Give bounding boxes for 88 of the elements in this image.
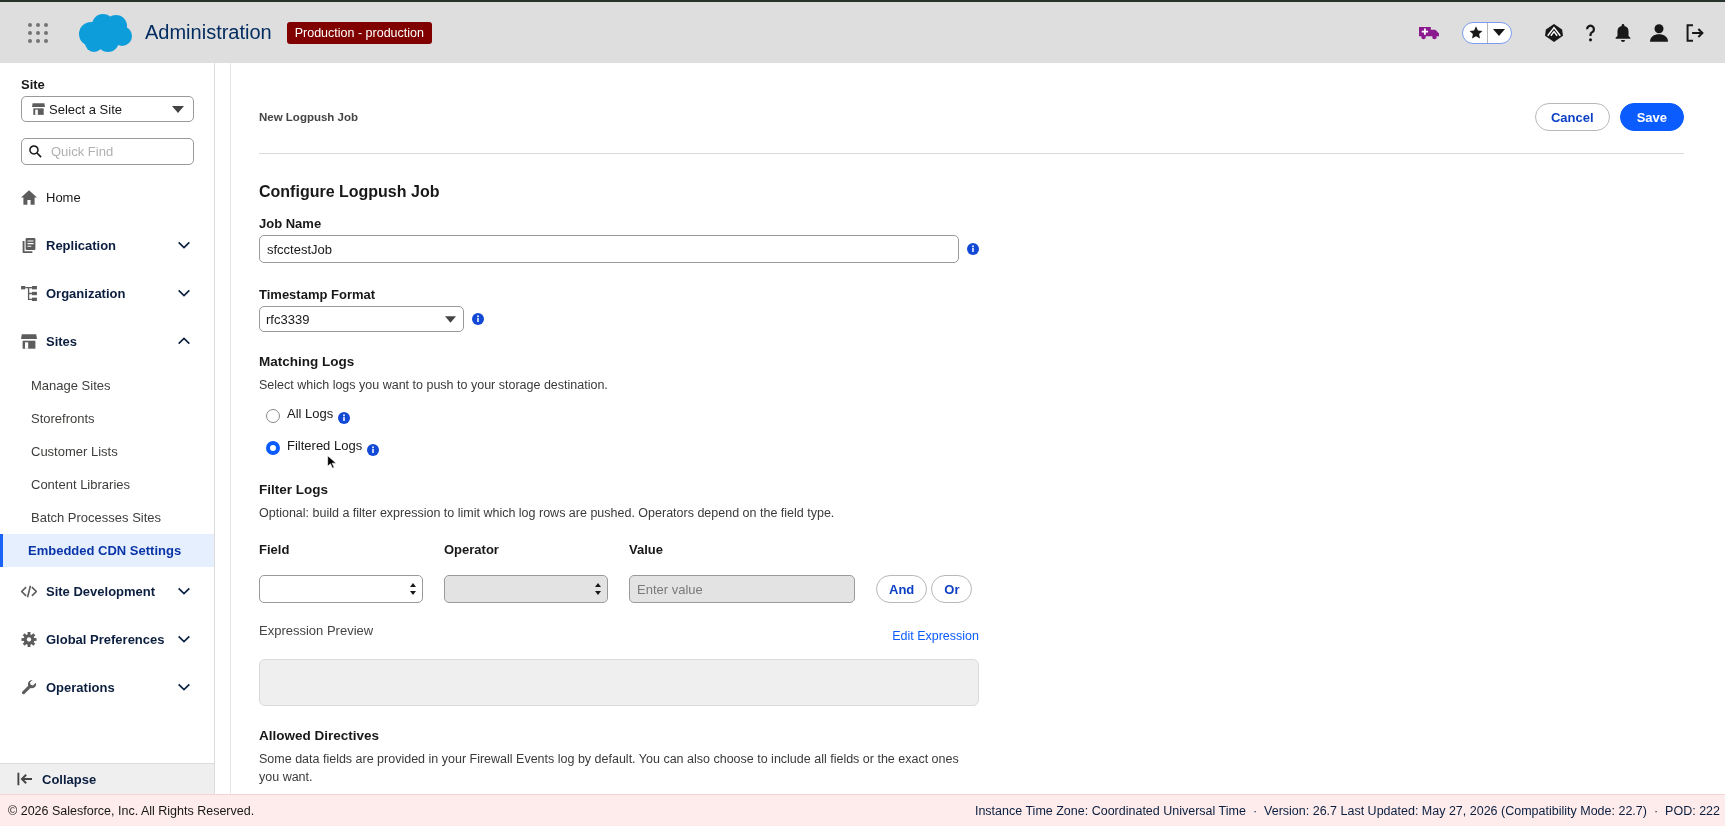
chevron-down-icon[interactable] [178,635,190,643]
collapse-icon [17,772,33,786]
footer-info-text: POD: 222 [1665,803,1720,818]
sidebar-item[interactable]: Organization [0,269,214,317]
field-label: Job Name [259,216,323,232]
mountain-badge-icon[interactable] [1545,23,1563,42]
sidebar-item[interactable]: Home [0,173,214,221]
chevron-up-icon[interactable] [178,337,190,345]
caret-icon [1493,29,1505,36]
column-label: Operator [444,542,500,558]
chevron-down-icon[interactable] [178,683,190,691]
app-title: Administration [145,21,272,44]
page-title: New Logpush Job [259,111,359,123]
collapse-button[interactable]: Collapse [0,763,214,794]
favorites-button[interactable] [1462,21,1512,44]
job-name-input[interactable]: sfcctestJob [259,235,959,263]
sidebar-subitem[interactable]: Embedded CDN Settings [0,534,214,567]
section-heading: Configure Logpush Job [259,182,441,202]
select-field[interactable] [259,575,423,603]
star-icon [1469,26,1483,39]
timestamp-format-select[interactable]: rfc3339 [259,306,464,332]
description-text: Some data fields are provided in your Firewall Events log by default. You can also choose to include all fields or the exact ones you want. [259,751,960,786]
cancel-button[interactable]: Cancel [1535,103,1610,131]
cloud-logo [79,13,132,52]
chevron-down-icon[interactable] [178,241,190,249]
wrench-icon [21,679,37,695]
hierarchy-icon [21,285,37,301]
user-icon[interactable] [1650,23,1668,42]
edit-expression-link[interactable]: Edit Expression [892,628,979,644]
radio-label[interactable]: All Logs [287,406,334,422]
settings-icon [21,631,37,647]
help-icon[interactable] [1585,23,1596,42]
search-icon [29,145,42,158]
separator-text: · [1653,803,1659,818]
caret-icon [172,105,184,113]
sidebar-item[interactable]: Replication [0,221,214,269]
site-label: Site [21,77,46,93]
info-icon[interactable] [367,444,380,456]
footer-info-text: Instance Time Zone: Coordinated Universal Time [974,803,1246,818]
house-icon [21,189,37,205]
description-text: Optional: build a filter expression to limit which log rows are pushed. Operators depend on the field type. [259,505,836,522]
app-launcher-icon[interactable] [28,22,48,43]
info-icon[interactable] [338,412,351,424]
sidebar-item[interactable]: Global Preferences [0,615,214,663]
section-heading: Matching Logs [259,353,356,371]
column-label: Field [259,542,291,558]
and-button[interactable]: And [876,575,928,603]
environment-badge: Production - production [286,21,432,44]
medical-van-icon[interactable] [1419,25,1439,40]
chevron-down-icon[interactable] [178,587,190,595]
notifications-icon[interactable] [1614,23,1632,42]
chevron-down-icon[interactable] [178,289,190,297]
sidebar-item[interactable]: Sites [0,317,214,365]
or-button[interactable]: Or [931,575,973,603]
radio-button[interactable] [266,441,280,455]
sidebar-subitem[interactable]: Manage Sites [0,369,214,402]
up-down-arrows-icon [595,583,601,595]
document-stack-icon [21,237,37,253]
quick-find-field[interactable]: Quick Find [21,138,194,165]
save-button[interactable]: Save [1619,103,1684,131]
info-icon[interactable] [472,313,484,325]
section-heading: Filter Logs [259,481,329,499]
storefront-icon [21,333,37,349]
site-select[interactable]: Select a Site [21,96,194,122]
column-label: Value [629,542,664,558]
preview-label: Expression Preview [259,622,374,640]
field-label: Timestamp Format [259,287,377,303]
footer-info-text: Version: 26.7 Last Updated: May 27, 2026 (Compatibility Mode: 22.7) [1264,803,1647,818]
caret-icon [445,315,456,323]
mouse-pointer-icon [327,455,337,469]
info-icon[interactable] [967,243,979,255]
sidebar-item[interactable]: Operations [0,663,214,711]
copyright-text: © 2026 Salesforce, Inc. All Rights Reserved. [8,803,255,818]
code-icon [21,583,37,599]
sidebar-subitem[interactable]: Storefronts [0,402,214,435]
sidebar-subitem[interactable]: Content Libraries [0,468,214,501]
section-heading: Allowed Directives [259,727,381,745]
sidebar-subitem[interactable]: Customer Lists [0,435,214,468]
radio-label[interactable]: Filtered Logs [287,438,363,454]
logout-icon[interactable] [1686,23,1704,42]
radio-button[interactable] [266,409,280,423]
sidebar-subitem[interactable]: Batch Processes Sites [0,501,214,534]
storefront-icon [32,103,45,115]
separator-text: · [1252,803,1258,818]
value-input: Enter value [629,575,855,603]
up-down-arrows-icon [410,583,416,595]
description-text: Select which logs you want to push to your storage destination. [259,377,609,394]
sidebar-item[interactable]: Site Development [0,567,214,615]
